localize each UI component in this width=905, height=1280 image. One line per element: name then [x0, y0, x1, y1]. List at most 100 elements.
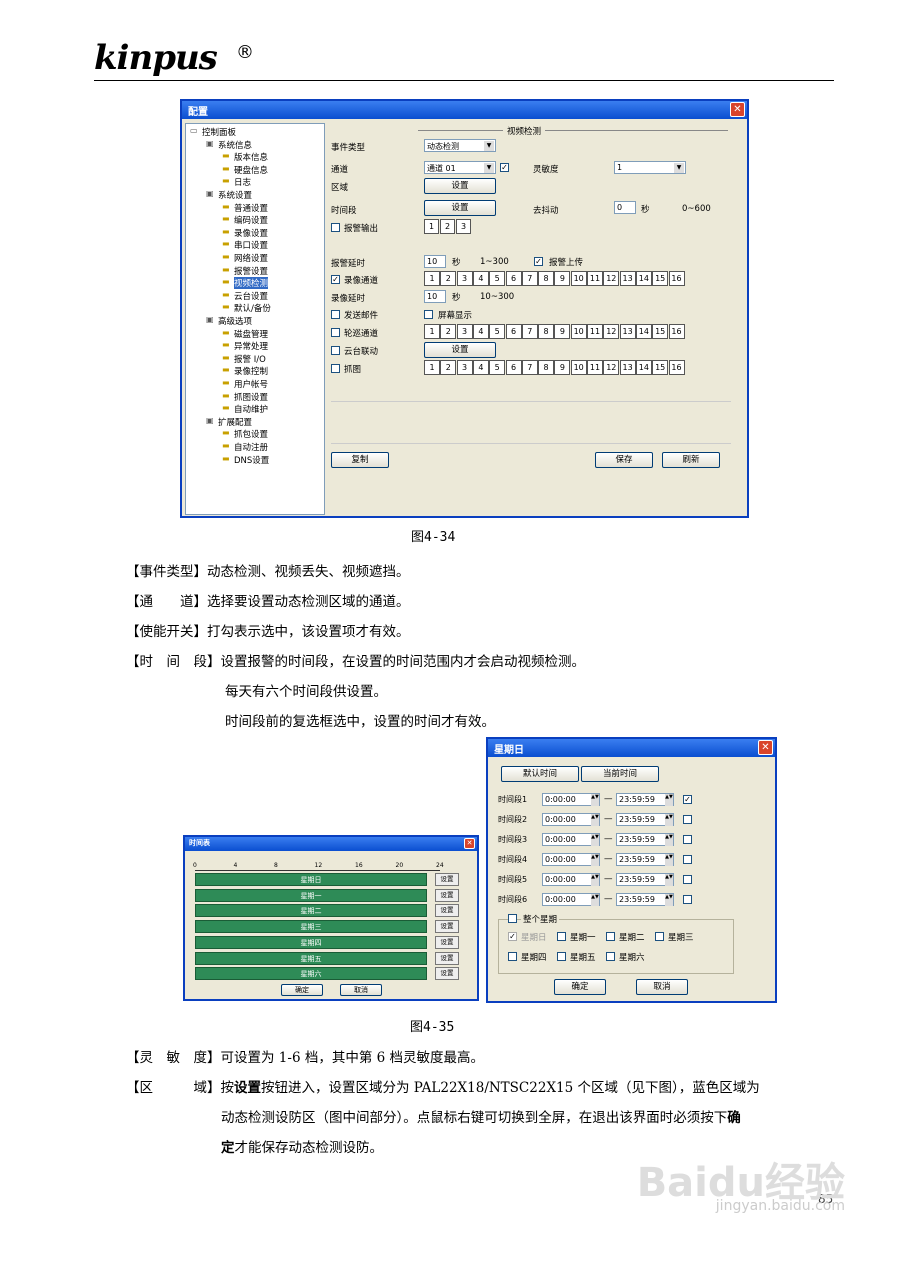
default-time-button[interactable]: 默认时间: [501, 766, 579, 782]
snapshot-9[interactable]: 9: [554, 360, 571, 375]
spinner-icon[interactable]: ▲▼: [591, 834, 599, 846]
spinner-icon[interactable]: ▲▼: [665, 834, 673, 846]
tour-channel-6[interactable]: 6: [505, 324, 522, 339]
spinner-icon[interactable]: ▲▼: [665, 814, 673, 826]
current-time-button[interactable]: 当前时间: [581, 766, 659, 782]
spinner-icon[interactable]: ▲▼: [591, 854, 599, 866]
tour-channel-1[interactable]: 1: [424, 324, 440, 339]
tree-item[interactable]: 录像设置: [234, 227, 268, 239]
record-channel-checkbox[interactable]: ✓: [331, 275, 340, 284]
record-channel-1[interactable]: 1: [424, 271, 440, 286]
weekday-checkbox[interactable]: [655, 932, 664, 941]
schedule-ok-button[interactable]: 确定: [281, 984, 323, 996]
weekday-checkbox[interactable]: [557, 932, 566, 941]
snapshot-15[interactable]: 15: [652, 360, 669, 375]
screen-show-checkbox[interactable]: [424, 310, 433, 319]
weekday-checkbox[interactable]: [606, 932, 615, 941]
copy-button[interactable]: 复制: [331, 452, 389, 468]
snapshot-6[interactable]: 6: [505, 360, 522, 375]
tree-item[interactable]: DNS设置: [234, 454, 269, 466]
tree-item[interactable]: 抓包设置: [234, 428, 268, 440]
weekday-checkbox[interactable]: [508, 952, 517, 961]
day-set-button[interactable]: 设置: [435, 920, 459, 934]
tour-channel-11[interactable]: 11: [587, 324, 603, 339]
snapshot-10[interactable]: 10: [570, 360, 587, 375]
refresh-button[interactable]: 刷新: [662, 452, 720, 468]
tour-channel-12[interactable]: 12: [603, 324, 620, 339]
event-type-select[interactable]: 动态检测 ▼: [424, 139, 496, 152]
tree-item[interactable]: 报警设置: [234, 265, 268, 277]
alarm-out-3[interactable]: 3: [456, 219, 471, 234]
day-ok-button[interactable]: 确定: [554, 979, 606, 995]
spinner-icon[interactable]: ▲▼: [591, 794, 599, 806]
spinner-icon[interactable]: ▲▼: [665, 894, 673, 906]
record-channel-12[interactable]: 12: [603, 271, 620, 286]
chevron-down-icon[interactable]: ▼: [484, 163, 494, 173]
snapshot-4[interactable]: 4: [472, 360, 489, 375]
day-set-button[interactable]: 设置: [435, 967, 459, 981]
alarm-out-1[interactable]: 1: [424, 219, 439, 234]
tour-channel-8[interactable]: 8: [538, 324, 555, 339]
tree-item[interactable]: 扩展配置: [218, 416, 252, 428]
period-enable-checkbox[interactable]: ✓: [683, 795, 692, 804]
record-channel-7[interactable]: 7: [521, 271, 538, 286]
snapshot-14[interactable]: 14: [635, 360, 652, 375]
tour-channel-4[interactable]: 4: [472, 324, 489, 339]
snapshot-5[interactable]: 5: [489, 360, 506, 375]
tree-item[interactable]: 报警 I/O: [234, 353, 266, 365]
tour-channel-5[interactable]: 5: [489, 324, 506, 339]
day-set-button[interactable]: 设置: [435, 951, 459, 965]
record-channel-15[interactable]: 15: [652, 271, 669, 286]
tree-item[interactable]: 系统信息: [218, 139, 252, 151]
tree-item[interactable]: 硬盘信息: [234, 164, 268, 176]
alarm-upload-checkbox[interactable]: ✓: [534, 257, 543, 266]
save-button[interactable]: 保存: [595, 452, 653, 468]
period-setup-button[interactable]: 设置: [424, 200, 496, 216]
tree-item[interactable]: 抓图设置: [234, 391, 268, 403]
tour-channel-15[interactable]: 15: [652, 324, 669, 339]
tour-channel-14[interactable]: 14: [635, 324, 652, 339]
tour-channel-10[interactable]: 10: [570, 324, 587, 339]
whole-week-checkbox[interactable]: [508, 914, 517, 923]
spinner-icon[interactable]: ▲▼: [665, 854, 673, 866]
record-channel-5[interactable]: 5: [489, 271, 506, 286]
tree-item[interactable]: 普通设置: [234, 202, 268, 214]
period-enable-checkbox[interactable]: [683, 875, 692, 884]
tour-channel-13[interactable]: 13: [619, 324, 636, 339]
close-icon[interactable]: ✕: [464, 838, 475, 849]
weekday-checkbox[interactable]: [606, 952, 615, 961]
record-channel-8[interactable]: 8: [538, 271, 555, 286]
tree-item[interactable]: 控制面板: [202, 126, 236, 138]
tree-item[interactable]: 日志: [234, 176, 251, 188]
tree-item[interactable]: 默认/备份: [234, 302, 271, 314]
tree-item[interactable]: 云台设置: [234, 290, 268, 302]
alarm-out-checkbox[interactable]: [331, 223, 340, 232]
period-enable-checkbox[interactable]: [683, 835, 692, 844]
record-channel-11[interactable]: 11: [587, 271, 603, 286]
ptz-setup-button[interactable]: 设置: [424, 342, 496, 358]
chevron-down-icon[interactable]: ▼: [674, 163, 684, 173]
snapshot-2[interactable]: 2: [440, 360, 457, 375]
tree-item[interactable]: 自动注册: [234, 441, 268, 453]
send-mail-checkbox[interactable]: [331, 310, 340, 319]
record-channel-4[interactable]: 4: [472, 271, 489, 286]
snapshot-3[interactable]: 3: [456, 360, 473, 375]
sensitivity-select[interactable]: 1 ▼: [614, 161, 686, 174]
region-setup-button[interactable]: 设置: [424, 178, 496, 194]
tree-item[interactable]: 异常处理: [234, 340, 268, 352]
day-cancel-button[interactable]: 取消: [636, 979, 688, 995]
chevron-down-icon[interactable]: ▼: [484, 141, 494, 151]
tree-item[interactable]: 系统设置: [218, 189, 252, 201]
snapshot-12[interactable]: 12: [603, 360, 620, 375]
snapshot-1[interactable]: 1: [424, 360, 440, 375]
snapshot-7[interactable]: 7: [521, 360, 538, 375]
channel-select[interactable]: 通道 01 ▼: [424, 161, 496, 174]
record-channel-6[interactable]: 6: [505, 271, 522, 286]
weekday-checkbox[interactable]: ✓: [508, 932, 517, 941]
record-delay-input[interactable]: 10: [424, 290, 446, 303]
day-set-button[interactable]: 设置: [435, 904, 459, 918]
tree-item[interactable]: 用户帐号: [234, 378, 268, 390]
spinner-icon[interactable]: ▲▼: [591, 814, 599, 826]
debounce-input[interactable]: 0: [614, 201, 636, 214]
day-set-button[interactable]: 设置: [435, 873, 459, 886]
